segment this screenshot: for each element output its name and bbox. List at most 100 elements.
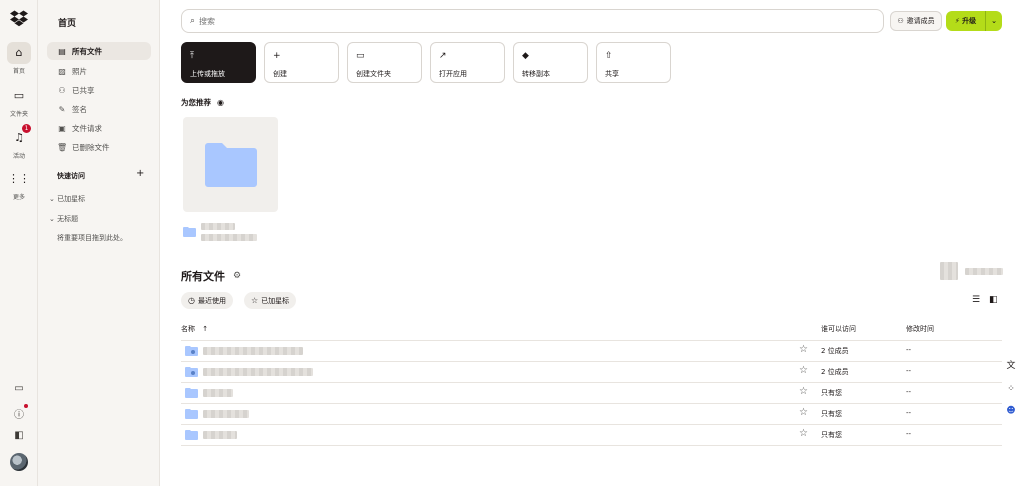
sidebar-title: 首页: [58, 19, 77, 29]
app: ⌂ 首页 ▭ 文件夹 ♫ 1 活动 ⋮⋮ 更多 ▭ ⓘ ◧ 首页 ▤ 所有文件 …: [0, 0, 1024, 486]
list-view-icon[interactable]: ☰: [972, 295, 980, 305]
create-button[interactable]: + 创建: [264, 42, 339, 83]
redacted-name: [201, 234, 257, 241]
avatar: [10, 453, 28, 471]
lightning-icon: ⚡: [954, 17, 960, 25]
avatar-button[interactable]: [0, 453, 38, 474]
upgrade-button[interactable]: ⚡ 升级 ⌄: [946, 11, 1002, 31]
sidebar-item-photos[interactable]: ▨ 照片: [47, 62, 151, 80]
nav-rail: ⌂ 首页 ▭ 文件夹 ♫ 1 活动 ⋮⋮ 更多 ▭ ⓘ ◧: [0, 0, 38, 486]
recommended-folder-card[interactable]: [183, 117, 278, 212]
settings-icon[interactable]: ⚙: [233, 271, 241, 281]
quick-access-heading: 快速访问: [57, 172, 85, 180]
rail-item-more[interactable]: ⋮⋮ 更多: [0, 168, 38, 201]
shared-folder-icon: [185, 367, 198, 377]
star-icon[interactable]: ☆: [799, 407, 808, 418]
plus-icon: +: [273, 51, 281, 61]
starred-chip[interactable]: ☆ 已加星标: [244, 292, 297, 309]
folder-icon: [205, 143, 257, 187]
sidebar-item-deleted-files[interactable]: 🗑 已删除文件: [47, 138, 151, 156]
share-icon: ⇧: [605, 51, 613, 61]
redacted-name: [203, 410, 249, 418]
sidebar: 首页 ▤ 所有文件 ▨ 照片 ⚇ 已共享 ✎ 签名 ▣ 文件请求 🗑 已删除文件…: [38, 0, 160, 486]
folder-icon: [185, 409, 198, 419]
help-icon[interactable]: ⓘ: [0, 404, 38, 421]
add-quick-access-icon[interactable]: +: [136, 168, 144, 179]
redacted-name: [203, 368, 313, 376]
untitled-group[interactable]: ⌄ 无标题: [49, 214, 78, 224]
notification-badge: 1: [22, 124, 31, 133]
translate-icon[interactable]: 文: [1003, 358, 1019, 374]
sidebar-item-all-files[interactable]: ▤ 所有文件: [47, 42, 151, 60]
table-row[interactable]: ☆ 2 位成员 --: [181, 340, 1002, 361]
search-bar[interactable]: ⌕: [181, 9, 884, 33]
rail-item-folders[interactable]: ▭ 文件夹: [0, 85, 38, 118]
sidebar-item-signatures[interactable]: ✎ 签名: [47, 100, 151, 118]
redacted-name: [201, 223, 235, 230]
panel-view-icon[interactable]: ◧: [989, 295, 998, 305]
apps-icon[interactable]: ⁘: [1003, 381, 1019, 397]
folder-icon: [183, 227, 196, 237]
table-row[interactable]: ☆ 2 位成员 --: [181, 361, 1002, 382]
sidebar-toggle-icon[interactable]: ◧: [0, 430, 38, 441]
share-button[interactable]: ⇧ 共享: [596, 42, 671, 83]
redacted-member-name: [965, 268, 1003, 275]
folder-icon: [185, 430, 198, 440]
sort-arrow-icon: ↑: [202, 325, 209, 333]
chevron-down-icon: ⌄: [49, 215, 55, 223]
folder-icon: ▭: [13, 89, 25, 102]
home-icon: ⌂: [7, 42, 31, 64]
trash-icon: 🗑: [57, 142, 68, 152]
transfer-icon: ◆: [522, 51, 529, 61]
chevron-down-icon: ⌄: [49, 195, 55, 203]
shared-icon: ⚇: [58, 85, 66, 95]
star-icon[interactable]: ☆: [799, 428, 808, 439]
clock-icon: ◷: [188, 296, 195, 305]
folder-icon: [185, 388, 198, 398]
drag-hint: 将重要项目拖到此处。: [57, 234, 127, 242]
redacted-member-avatar: [940, 262, 958, 280]
photo-icon: ▨: [58, 66, 66, 76]
upgrade-main[interactable]: ⚡ 升级: [946, 11, 986, 31]
redacted-name: [203, 431, 237, 439]
search-input[interactable]: [199, 16, 800, 26]
new-folder-icon: ▭: [356, 51, 365, 61]
upload-button[interactable]: ⤒ 上传或拖放: [181, 42, 256, 83]
shared-folder-icon: [185, 346, 198, 356]
grid-icon: ⋮⋮: [8, 172, 30, 185]
invite-members-button[interactable]: ⚇ 邀请成员: [890, 11, 942, 31]
redacted-name: [203, 347, 303, 355]
star-icon: ☆: [251, 296, 259, 305]
table-row[interactable]: ☆ 只有您 --: [181, 424, 1002, 445]
column-name[interactable]: 名称 ↑: [181, 324, 208, 334]
column-modified[interactable]: 修改时间: [906, 324, 934, 334]
star-icon[interactable]: ☆: [799, 365, 808, 376]
starred-group[interactable]: ⌄ 已加星标: [49, 194, 85, 204]
sidebar-item-file-requests[interactable]: ▣ 文件请求: [47, 119, 151, 137]
transfer-copy-button[interactable]: ◆ 转移副本: [513, 42, 588, 83]
table-row[interactable]: ☆ 只有您 --: [181, 403, 1002, 424]
signature-icon: ✎: [58, 104, 66, 114]
desktop-app-icon[interactable]: ▭: [0, 383, 38, 394]
table-row[interactable]: ☆ 只有您 --: [181, 382, 1002, 403]
chevron-down-icon[interactable]: ⌄: [986, 17, 1002, 25]
rail-item-activity[interactable]: ♫ 1 活动: [0, 124, 38, 160]
sidebar-item-shared[interactable]: ⚇ 已共享: [47, 81, 151, 99]
open-app-icon: ↗: [439, 51, 447, 61]
column-access[interactable]: 谁可以访问: [821, 324, 856, 334]
recent-chip[interactable]: ◷ 最近使用: [181, 292, 233, 309]
dropbox-logo-icon[interactable]: [10, 9, 28, 27]
search-icon: ⌕: [190, 16, 196, 26]
eye-icon[interactable]: ◉: [217, 98, 224, 107]
help-dot: [24, 404, 28, 408]
invite-icon: ⚇: [897, 17, 904, 25]
all-files-heading: 所有文件 ⚙: [181, 270, 242, 283]
assistant-icon[interactable]: ☻: [1003, 403, 1019, 419]
star-icon[interactable]: ☆: [799, 344, 808, 355]
divider: [181, 445, 1002, 446]
star-icon[interactable]: ☆: [799, 386, 808, 397]
create-folder-button[interactable]: ▭ 创建文件夹: [347, 42, 422, 83]
file-request-icon: ▣: [58, 123, 66, 133]
open-app-button[interactable]: ↗ 打开应用: [430, 42, 505, 83]
rail-item-home[interactable]: ⌂ 首页: [0, 42, 38, 75]
